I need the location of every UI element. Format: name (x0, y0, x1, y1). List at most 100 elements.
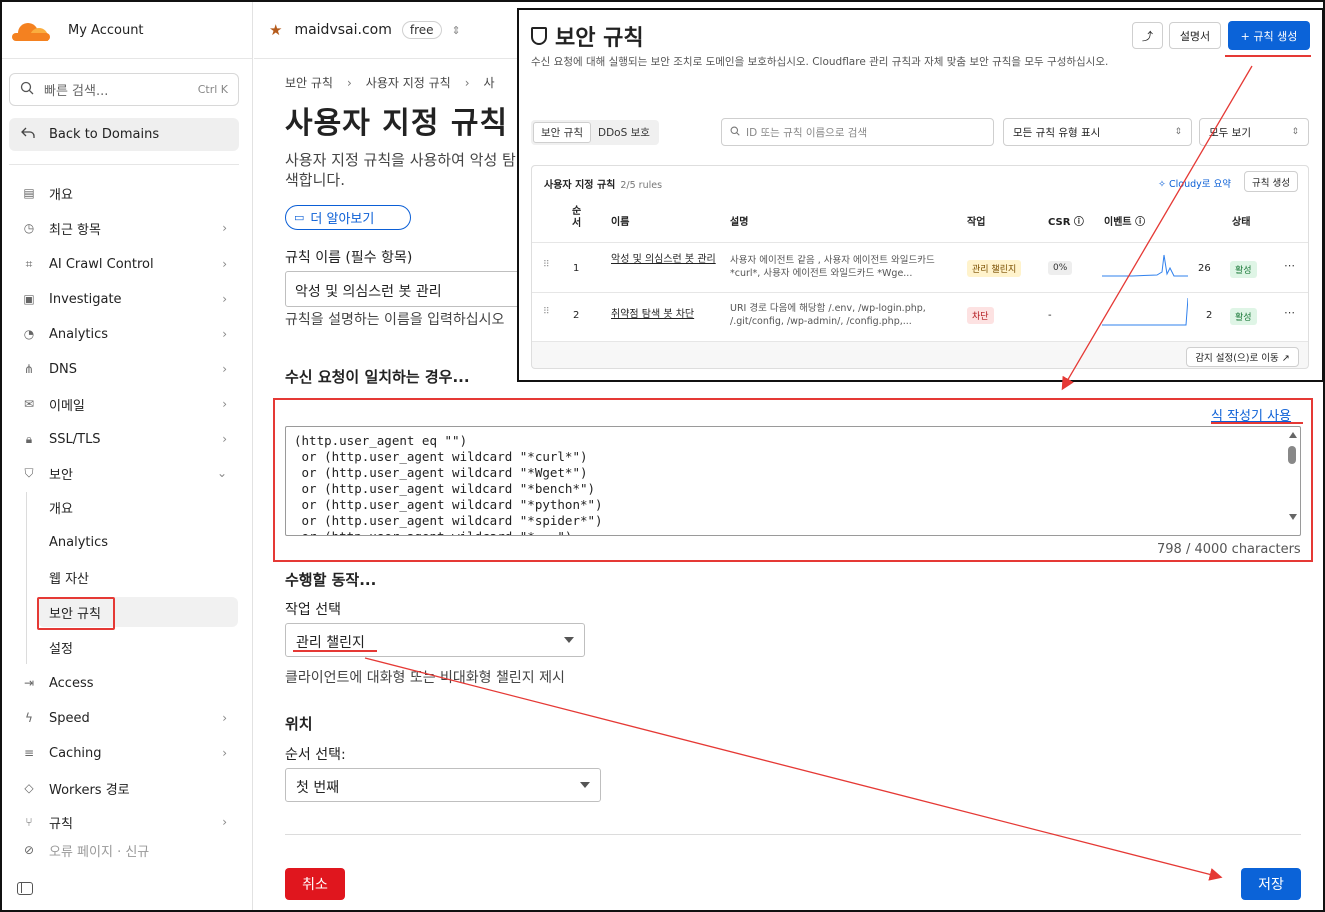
card-create-rule-button[interactable]: 규칙 생성 (1244, 171, 1298, 192)
sidebar-item-workers[interactable]: ◇ Workers 경로 (9, 773, 239, 803)
star-icon[interactable]: ★ (269, 21, 282, 39)
save-button[interactable]: 저장 (1241, 868, 1301, 900)
sidebar-item-label: 오류 페이지 · 신규 (49, 844, 150, 859)
row-name-link[interactable]: 악성 및 의심스런 봇 관리 (611, 253, 721, 266)
drag-handle-icon[interactable]: ⠿ (543, 307, 550, 317)
sidebar-item-label: Workers 경로 (49, 782, 130, 798)
sidebar-item-rules[interactable]: ⑂ 규칙 › (9, 807, 239, 837)
search-placeholder: 빠른 검색... (44, 84, 109, 99)
search-shortcut: Ctrl K (197, 83, 228, 96)
breadcrumb-custom-rules[interactable]: 사용자 지정 규칙 (366, 76, 451, 90)
csr-value: - (1048, 310, 1052, 321)
back-to-domains-button[interactable]: Back to Domains (9, 118, 239, 151)
docs-button[interactable]: 설명서 (1169, 22, 1221, 49)
expression-editor[interactable]: (http.user_agent eq "") or (http.user_ag… (285, 426, 1301, 536)
collapse-sidebar-icon[interactable] (17, 882, 33, 895)
sidebar-item-overview[interactable]: ▤ 개요 (9, 178, 239, 208)
sidebar-item-label: 규칙 (49, 816, 73, 832)
view-filter[interactable]: 모두 보기 ⇕ (1199, 118, 1309, 146)
rule-name-help: 규칙을 설명하는 이름을 입력하십시오 (285, 312, 505, 328)
events-sparkline (1102, 297, 1188, 326)
sidebar-item-label: 최근 항목 (49, 222, 101, 238)
action-title: 수행할 동작... (285, 571, 377, 589)
panel-tabs: 보안 규칙 DDoS 보호 (531, 120, 659, 145)
sidebar-item-caching[interactable]: ≡ Caching › (9, 738, 239, 768)
row-description: 사용자 에이전트 같음 , 사용자 에이전트 와일드카드 *curl*, 사용자… (730, 255, 935, 279)
cloudflare-logo-icon[interactable] (12, 20, 50, 41)
chevron-right-icon: › (222, 711, 227, 725)
sidebar-sub-security-analytics[interactable]: Analytics (38, 527, 238, 557)
document-icon: ▤ (23, 186, 35, 200)
page-title: 사용자 지정 규칙 (285, 106, 509, 141)
events-count: 26 (1198, 263, 1211, 274)
history-icon: ◷ (23, 221, 35, 235)
switch-domain-icon[interactable]: ⇕ (452, 24, 461, 37)
sparkle-icon: ✧ (1158, 179, 1169, 190)
quick-search-input[interactable]: 빠른 검색... Ctrl K (9, 73, 239, 106)
custom-rules-card: 사용자 지정 규칙 2/5 rules ✧ Cloudy로 요약 규칙 생성 순서… (531, 165, 1309, 369)
graph-icon[interactable]: ⤴ (1132, 22, 1163, 49)
sidebar-item-email[interactable]: ✉ 이메일 › (9, 389, 239, 419)
breadcrumb-security-rules[interactable]: 보안 규칙 (285, 76, 333, 90)
csr-badge: 0% (1048, 261, 1073, 275)
sidebar-item-investigate[interactable]: ▣ Investigate › (9, 284, 239, 314)
detection-settings-link[interactable]: 감지 설정(으)로 이동 ↗ (1186, 347, 1299, 367)
tab-security-rules[interactable]: 보안 규칙 (533, 122, 591, 143)
chevron-updown-icon: ⇕ (1174, 127, 1182, 137)
sidebar-item-access[interactable]: ⇥ Access (9, 668, 239, 698)
drag-handle-icon[interactable]: ⠿ (543, 260, 550, 270)
cancel-button[interactable]: 취소 (285, 868, 345, 900)
sidebar-sub-web-assets[interactable]: 웹 자산 (38, 562, 238, 592)
more-options-icon[interactable]: ⋯ (1284, 306, 1295, 319)
sidebar-item-error-pages[interactable]: ⊘ 오류 페이지 · 신규 (9, 842, 239, 858)
chevron-right-icon: › (222, 432, 227, 446)
status-badge: 활성 (1230, 261, 1257, 278)
back-arrow-icon (21, 127, 35, 143)
order-select-value: 첫 번째 (296, 780, 340, 796)
sidebar-item-ai-crawl[interactable]: ⌗ AI Crawl Control › (9, 249, 239, 279)
status-badge: 활성 (1230, 308, 1257, 325)
sidebar-header: My Account (2, 2, 252, 59)
action-badge: 차단 (967, 307, 994, 324)
access-icon: ⇥ (23, 676, 35, 690)
create-rule-button[interactable]: + 규칙 생성 (1228, 21, 1310, 50)
rule-name-input[interactable]: 악성 및 의심스런 봇 관리 (285, 271, 525, 307)
rule-type-filter-value: 모든 규칙 유형 표시 (1013, 126, 1101, 139)
sidebar-sub-settings[interactable]: 설정 (38, 632, 238, 662)
sidebar-item-label: Access (49, 675, 94, 691)
action-select-value: 관리 챌린지 (296, 635, 365, 651)
rule-search-input[interactable]: ID 또는 규칙 이름으로 검색 (721, 118, 994, 146)
account-name[interactable]: My Account (68, 23, 144, 38)
sidebar-item-ssl[interactable]: 🔒︎ SSL/TLS › (9, 424, 239, 454)
sidebar-divider (9, 164, 239, 165)
sidebar-item-speed[interactable]: ϟ Speed › (9, 703, 239, 733)
tab-ddos[interactable]: DDoS 보호 (591, 122, 657, 143)
domain-name[interactable]: maidvsai.com (294, 22, 391, 38)
order-select[interactable]: 첫 번째 (285, 768, 601, 802)
row-name-link[interactable]: 취약점 탐색 봇 차단 (611, 308, 694, 321)
security-rules-panel: 보안 규칙 수신 요청에 대해 실행되는 보안 조치로 도메인을 보호하십시오.… (517, 8, 1324, 382)
sidebar-item-analytics[interactable]: ◔ Analytics › (9, 319, 239, 349)
form-divider (285, 834, 1301, 835)
sidebar-item-dns[interactable]: ⋔ DNS › (9, 354, 239, 384)
workers-icon: ◇ (24, 781, 34, 795)
breadcrumb: 보안 규칙 › 사용자 지정 규칙 › 사 (285, 76, 495, 90)
more-options-icon[interactable]: ⋯ (1284, 259, 1295, 272)
sidebar-sub-security-overview[interactable]: 개요 (38, 492, 238, 522)
events-count: 2 (1206, 310, 1213, 321)
sidebar-item-recent[interactable]: ◷ 최근 항목 › (9, 213, 239, 243)
sidebar-item-security[interactable]: ⛉ 보안 ⌄ (9, 458, 239, 488)
sidebar-item-label: Speed (49, 710, 90, 726)
events-sparkline (1102, 254, 1188, 277)
back-label: Back to Domains (49, 127, 160, 142)
learn-more-button[interactable]: ▭ 더 알아보기 (285, 205, 411, 230)
row-order: 2 (573, 310, 580, 321)
chevron-down-icon (580, 782, 590, 788)
chevron-right-icon: › (222, 746, 227, 760)
table-divider (532, 292, 1308, 293)
cloudy-summary-link[interactable]: ✧ Cloudy로 요약 (1158, 176, 1231, 190)
rule-type-filter[interactable]: 모든 규칙 유형 표시 ⇕ (1003, 118, 1192, 146)
editor-scrollbar[interactable] (1286, 428, 1299, 520)
plan-badge: free (401, 21, 442, 39)
chevron-right-icon: › (222, 327, 227, 341)
